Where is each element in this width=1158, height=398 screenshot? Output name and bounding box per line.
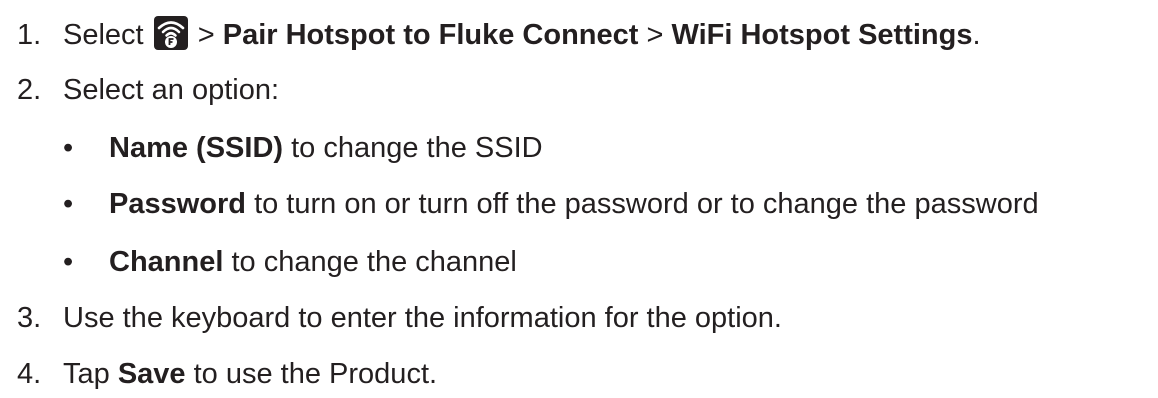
menu-pair-hotspot: Pair Hotspot to Fluke Connect xyxy=(222,19,639,51)
menu-wifi-hotspot-settings: WiFi Hotspot Settings xyxy=(671,19,973,51)
step-text-pre: Tap xyxy=(63,358,110,390)
option-text: to turn on or turn off the password or t… xyxy=(254,188,1039,220)
step-3: 3. Use the keyboard to enter the informat… xyxy=(17,300,782,336)
separator: > xyxy=(197,19,215,51)
step-2: 2. Select an option: xyxy=(17,72,279,108)
option-label: Name (SSID) xyxy=(109,132,284,164)
option-label: Channel xyxy=(109,246,224,278)
step-text: Use the keyboard to enter the informatio… xyxy=(63,302,782,334)
bullet: • xyxy=(63,132,74,164)
step-number: 4. xyxy=(17,358,42,390)
separator: > xyxy=(646,19,664,51)
option-text: to change the channel xyxy=(231,246,517,278)
step-text: Select xyxy=(63,19,144,51)
period: . xyxy=(972,19,981,51)
bullet: • xyxy=(63,246,74,278)
save-label: Save xyxy=(117,358,186,390)
step-number: 2. xyxy=(17,74,42,106)
step-number: 3. xyxy=(17,302,42,334)
wifi-hotspot-icon xyxy=(153,16,188,50)
option-password: • Password to turn on or turn off the pas… xyxy=(63,186,1039,222)
step-4: 4. Tap Save to use the Product. xyxy=(17,356,437,392)
option-channel: • Channel to change the channel xyxy=(63,244,517,280)
step-1: 1. Select > Pair Hotspot to Fluke Connect… xyxy=(17,16,981,52)
option-text: to change the SSID xyxy=(291,132,543,164)
option-label: Password xyxy=(109,188,246,220)
step-text: Select an option: xyxy=(63,74,280,106)
step-number: 1. xyxy=(17,19,42,51)
option-name-ssid: • Name (SSID) to change the SSID xyxy=(63,130,543,166)
bullet: • xyxy=(63,188,74,220)
step-text-post: to use the Product. xyxy=(193,358,438,390)
